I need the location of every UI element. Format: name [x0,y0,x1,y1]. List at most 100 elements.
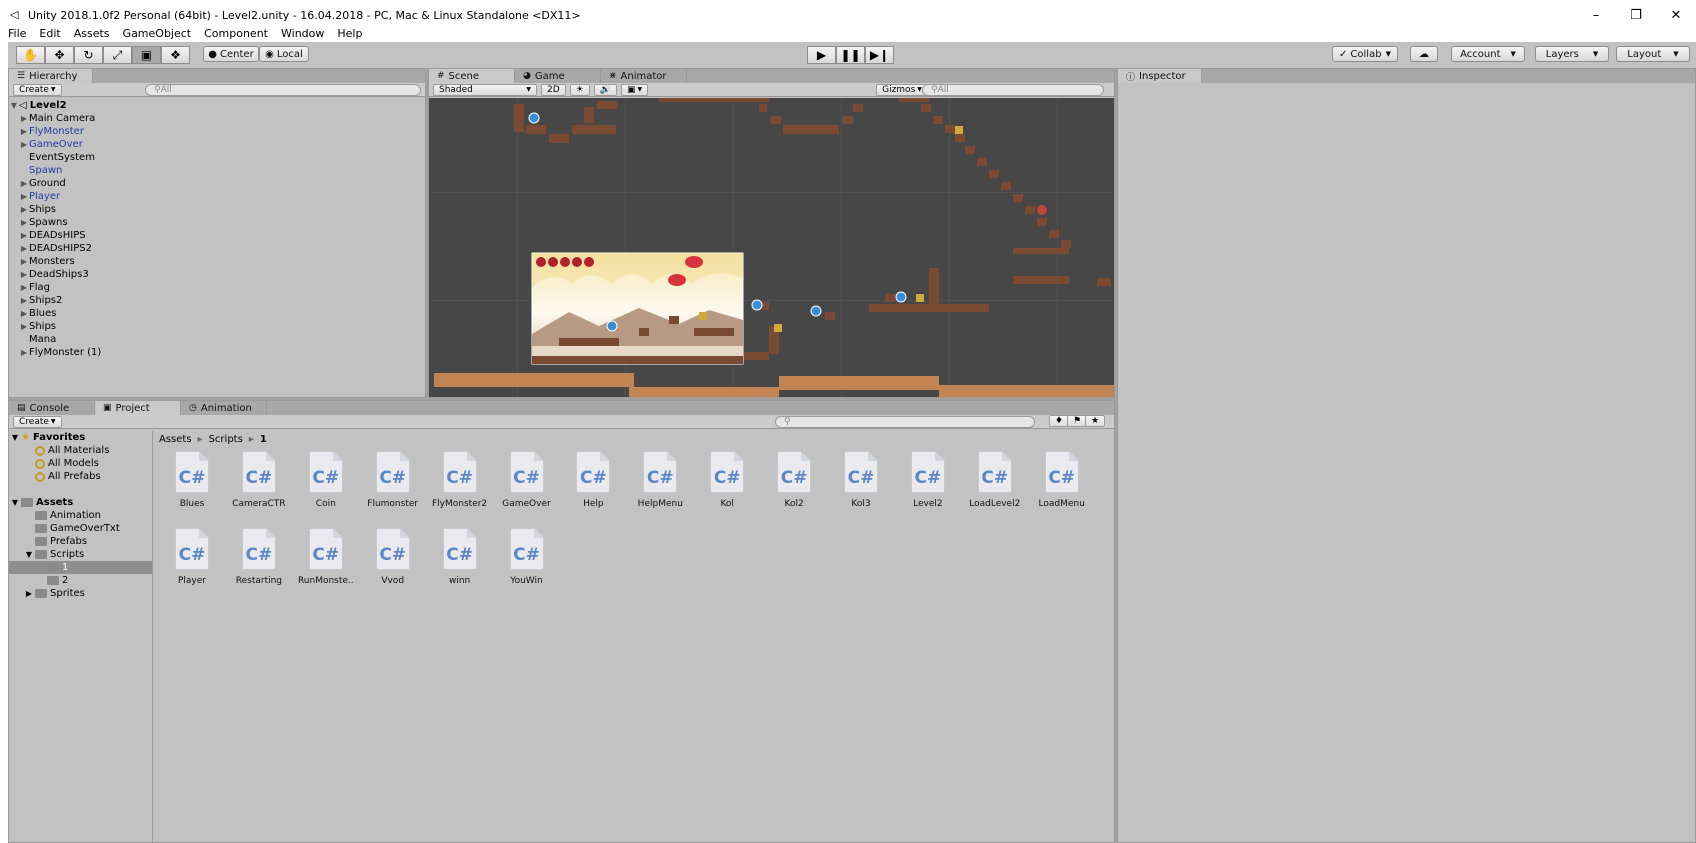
script-asset[interactable]: C# FlyMonster2 [427,451,493,521]
tab-project[interactable]: ▣ Project [95,401,181,415]
hierarchy-item[interactable]: ▶ Ships2 [9,294,62,307]
breadcrumb-assets[interactable]: Assets [159,434,192,445]
menu-help[interactable]: Help [337,27,362,40]
hierarchy-item[interactable]: ▶ Ships [9,203,56,216]
mode-2d-toggle[interactable]: 2D [541,83,566,96]
pause-icon[interactable]: ❚❚ [836,46,865,64]
hierarchy-item[interactable]: ▶ Ground [9,177,66,190]
script-asset[interactable]: C# Kol2 [761,451,827,521]
chevron-right-icon[interactable]: ▶ [19,296,29,305]
hierarchy-item[interactable]: ▶ DEADsHIPS [9,229,86,242]
project-create-button[interactable]: Create ▼ [13,415,62,428]
move-tool-icon[interactable]: ✥ [45,46,74,64]
pivot-center-button[interactable]: ● Center [203,46,259,62]
chevron-right-icon[interactable]: ▶ [19,231,29,240]
script-asset[interactable]: C# YouWin [494,528,560,598]
effects-icon[interactable]: ▣ ▼ [620,83,649,96]
chevron-right-icon[interactable]: ▶ [19,270,29,279]
chevron-right-icon[interactable]: ▶ [19,322,29,331]
script-asset[interactable]: C# Kol3 [828,451,894,521]
script-asset[interactable]: C# CameraCTR [226,451,292,521]
folder-scripts[interactable]: ▼ Scripts [9,548,152,561]
hierarchy-create-button[interactable]: Create ▼ [13,83,62,96]
chevron-right-icon[interactable]: ▶ [19,244,29,253]
breadcrumb-scripts[interactable]: Scripts [209,434,243,445]
chevron-down-icon[interactable]: ▼ [9,101,19,110]
menu-edit[interactable]: Edit [39,27,60,40]
favorite-all-prefabs[interactable]: All Prefabs [9,470,152,483]
chevron-right-icon[interactable]: ▶ [23,589,35,598]
script-asset[interactable]: C# Coin [293,451,359,521]
tab-hierarchy[interactable]: ☰ Hierarchy [9,69,93,83]
hierarchy-item[interactable]: ▶ Spawns [9,216,68,229]
script-asset[interactable]: C# winn [427,528,493,598]
script-asset[interactable]: C# Level2 [895,451,961,521]
hierarchy-item[interactable]: ▶ Blues [9,307,56,320]
project-search-input[interactable]: ⚲ [775,416,1035,428]
audio-icon[interactable]: 🔊 [593,83,617,96]
space-local-button[interactable]: ◉ Local [259,46,309,62]
hierarchy-item[interactable]: Mana [9,333,56,346]
menu-component[interactable]: Component [204,27,268,40]
menu-gameobject[interactable]: GameObject [123,27,192,40]
collab-button[interactable]: ✓ Collab ▼ [1332,46,1398,62]
hierarchy-search-input[interactable]: ⚲ All [145,84,421,96]
chevron-right-icon[interactable]: ▶ [19,127,29,136]
lighting-icon[interactable]: ☀ [569,83,590,96]
chevron-right-icon[interactable]: ▶ [19,283,29,292]
script-asset[interactable]: C# HelpMenu [627,451,693,521]
script-asset[interactable]: C# RunMonste.. [293,528,359,598]
chevron-down-icon[interactable]: ▼ [23,550,35,559]
chevron-right-icon[interactable]: ▶ [19,205,29,214]
hierarchy-item[interactable]: ▶ Flag [9,281,50,294]
chevron-right-icon[interactable]: ▶ [19,348,29,357]
script-asset[interactable]: C# LoadMenu [1029,451,1095,521]
hand-tool-icon[interactable]: ✋ [16,46,45,64]
star-icon[interactable]: ★ [1085,415,1106,427]
hierarchy-item[interactable]: ▶ Player [9,190,60,203]
script-asset[interactable]: C# Vvod [360,528,426,598]
hierarchy-item[interactable]: ▶ Main Camera [9,112,95,125]
hierarchy-item[interactable]: Spawn [9,164,62,177]
favorites-node[interactable]: ▼ ★ Favorites [9,431,152,444]
folder-prefabs[interactable]: Prefabs [9,535,152,548]
hierarchy-item[interactable]: ▶ GameOver [9,138,83,151]
tab-console[interactable]: ▤ Console [9,401,95,415]
script-asset[interactable]: C# Kol [694,451,760,521]
favorite-all-models[interactable]: All Models [9,457,152,470]
rotate-tool-icon[interactable]: ↻ [74,46,103,64]
gizmos-dropdown[interactable]: Gizmos ▼ [876,83,928,96]
folder-gameovertxt[interactable]: GameOverTxt [9,522,152,535]
layout-button[interactable]: Layout ▼ [1616,46,1690,62]
script-asset[interactable]: C# Help [560,451,626,521]
hierarchy-item[interactable]: ▶ Ships [9,320,56,333]
scene-view-drawing[interactable] [429,98,1114,397]
step-icon[interactable]: ▶❙ [865,46,894,64]
script-asset[interactable]: C# Player [159,528,225,598]
scale-tool-icon[interactable]: ⤢ [103,46,132,64]
layers-button[interactable]: Layers ▼ [1535,46,1609,62]
menu-file[interactable]: File [8,27,26,40]
hierarchy-item[interactable]: ▶ Monsters [9,255,75,268]
play-icon[interactable]: ▶ [807,46,836,64]
folder-scripts-1[interactable]: 1 [9,561,152,574]
chevron-right-icon[interactable]: ▶ [19,257,29,266]
chevron-right-icon[interactable]: ▶ [19,192,29,201]
chevron-down-icon[interactable]: ▼ [9,433,21,442]
menu-window[interactable]: Window [281,27,324,40]
favorite-all-materials[interactable]: All Materials [9,444,152,457]
script-asset[interactable]: C# Flumonster [360,451,426,521]
tab-inspector[interactable]: ⓘ Inspector [1118,69,1202,83]
tab-scene[interactable]: # Scene [429,69,515,83]
assets-node[interactable]: ▼ Assets [9,496,152,509]
transform-tool-icon[interactable]: ❖ [161,46,190,64]
cloud-icon[interactable]: ☁ [1410,46,1438,62]
account-button[interactable]: Account ▼ [1451,46,1525,62]
scene-search-input[interactable]: ⚲ All [922,84,1104,96]
folder-sprites[interactable]: ▶ Sprites [9,587,152,600]
scene-root-level2[interactable]: ▼ ◁ Level2 [9,99,67,112]
hierarchy-item[interactable]: ▶ FlyMonster [9,125,84,138]
tab-animator[interactable]: ⋇ Animator [601,69,687,83]
breadcrumb-current[interactable]: 1 [260,434,267,445]
folder-scripts-2[interactable]: 2 [9,574,152,587]
